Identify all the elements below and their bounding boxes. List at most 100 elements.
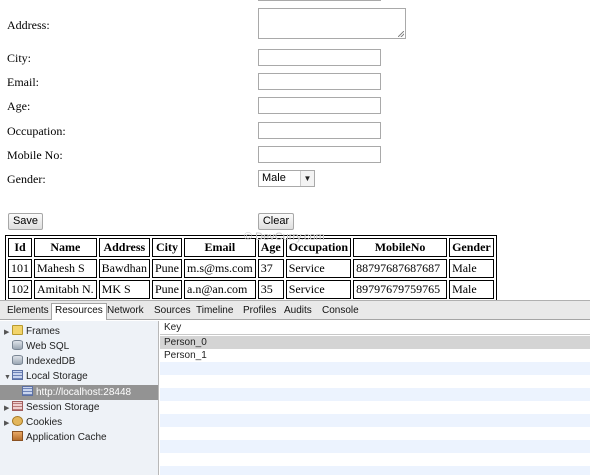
table-cell: 89797679759765 (353, 280, 448, 299)
tree-item-local-storage[interactable]: ▼ Local Storage (4, 369, 88, 384)
database-icon (12, 340, 23, 350)
tree-item-label: Session Storage (26, 402, 100, 413)
tree-item-label: IndexedDB (26, 356, 76, 367)
table-cell: Male (449, 280, 494, 299)
table-cell: Male (449, 259, 494, 278)
address-textarea[interactable] (258, 8, 406, 39)
occupation-input[interactable] (258, 122, 381, 139)
tree-item-label: Application Cache (26, 432, 107, 443)
resize-grip-icon[interactable] (398, 31, 404, 37)
column-header: City (152, 238, 182, 257)
cookie-icon (12, 416, 23, 426)
tab-sources[interactable]: Sources (151, 304, 194, 319)
tree-item-cookies[interactable]: ▶ Cookies (4, 415, 62, 430)
grid-row[interactable]: Person_1 (160, 349, 590, 362)
tree-item-label: Local Storage (26, 371, 88, 382)
resources-sidebar: ▶ Frames Web SQL IndexedDB ▼ Local Storage… (0, 321, 159, 475)
tab-profiles[interactable]: Profiles (240, 304, 279, 319)
devtools-tab-bar: Elements Resources Network Sources Timel… (0, 301, 590, 320)
tab-console[interactable]: Console (319, 304, 362, 319)
tab-resources[interactable]: Resources (51, 303, 107, 320)
grid-row-empty (160, 427, 590, 440)
grid-row-empty (160, 440, 590, 453)
column-header: MobileNo (353, 238, 448, 257)
clear-button[interactable]: Clear (258, 213, 294, 230)
tree-item-label: Web SQL (26, 341, 70, 352)
table-cell: Service (285, 259, 352, 278)
grid-column-header-key[interactable]: Key (160, 321, 590, 335)
tree-item-label: http://localhost:28448 (36, 387, 132, 398)
table-row: 102 Amitabh N. MK S Pune a.n@an.com 35 S… (8, 280, 494, 299)
tree-item-session-storage[interactable]: ▶ Session Storage (4, 400, 99, 415)
persons-table: Id Name Address City Email Age Occupatio… (5, 235, 497, 302)
table-cell: Amitabh N. (34, 280, 97, 299)
tree-item-label: Cookies (26, 417, 63, 428)
city-input[interactable] (258, 49, 381, 66)
table-cell: m.s@ms.com (184, 259, 256, 278)
column-header: Address (98, 238, 150, 257)
tab-elements[interactable]: Elements (4, 304, 52, 319)
email-label: Email: (7, 75, 39, 89)
table-cell: Pune (152, 259, 182, 278)
occupation-label: Occupation: (7, 124, 66, 138)
table-cell: 102 (8, 280, 32, 299)
local-storage-grid: Key Person_0 Person_1 (160, 321, 590, 475)
email-input[interactable] (258, 73, 381, 90)
table-cell: Bawdhan (98, 259, 150, 278)
chevron-down-icon[interactable]: ▼ (300, 171, 314, 186)
table-cell: MK S (98, 280, 150, 299)
table-cell: 37 (257, 259, 284, 278)
save-button[interactable]: Save (8, 213, 43, 230)
grid-row-empty (160, 362, 590, 375)
collapse-arrow-icon[interactable]: ▼ (4, 370, 12, 385)
folder-icon (12, 325, 23, 335)
table-cell: Mahesh S (34, 259, 97, 278)
grid-row-empty (160, 401, 590, 414)
tree-item-web-sql[interactable]: Web SQL (12, 339, 69, 354)
table-cell: 88797687687687 (353, 259, 448, 278)
grid-row[interactable]: Person_0 (160, 336, 590, 349)
storage-grid-icon (22, 386, 33, 396)
city-label: City: (7, 51, 32, 65)
grid-row-empty (160, 375, 590, 388)
grid-row-empty (160, 453, 590, 466)
tree-item-indexeddb[interactable]: IndexedDB (12, 354, 75, 369)
storage-grid-icon (12, 401, 23, 411)
top-input-stub[interactable] (258, 0, 381, 1)
expand-arrow-icon[interactable]: ▶ (4, 401, 12, 416)
grid-row-empty (160, 466, 590, 475)
grid-row-empty (160, 388, 590, 401)
age-label: Age: (7, 99, 31, 113)
expand-arrow-icon[interactable]: ▶ (4, 416, 12, 431)
mobile-input[interactable] (258, 146, 381, 163)
application-cache-icon (12, 431, 23, 441)
age-input[interactable] (258, 97, 381, 114)
table-cell: 35 (257, 280, 284, 299)
gender-label: Gender: (7, 172, 46, 186)
gender-select-value: Male (262, 172, 286, 184)
mobile-label: Mobile No: (7, 148, 63, 162)
table-cell: 101 (8, 259, 32, 278)
table-row: 101 Mahesh S Bawdhan Pune m.s@ms.com 37 … (8, 259, 494, 278)
tab-timeline[interactable]: Timeline (193, 304, 236, 319)
storage-grid-icon (12, 370, 23, 380)
database-icon (12, 355, 23, 365)
tree-item-label: Frames (26, 326, 60, 337)
tree-item-localhost[interactable]: http://localhost:28448 (0, 385, 158, 400)
devtools-panel: Elements Resources Network Sources Timel… (0, 300, 590, 475)
table-cell: a.n@an.com (184, 280, 256, 299)
column-header: Id (8, 238, 32, 257)
grid-row-empty (160, 414, 590, 427)
gender-select[interactable]: Male ▼ (258, 170, 315, 187)
table-cell: Service (285, 280, 352, 299)
tree-item-frames[interactable]: ▶ Frames (4, 324, 60, 339)
tree-item-application-cache[interactable]: Application Cache (12, 430, 107, 445)
column-header: Name (34, 238, 97, 257)
table-cell: Pune (152, 280, 182, 299)
tab-audits[interactable]: Audits (281, 304, 315, 319)
tab-network[interactable]: Network (104, 304, 147, 319)
address-label: Address: (7, 18, 50, 32)
watermark: © DevCurry.com (244, 231, 325, 243)
column-header: Gender (449, 238, 494, 257)
expand-arrow-icon[interactable]: ▶ (4, 325, 12, 340)
